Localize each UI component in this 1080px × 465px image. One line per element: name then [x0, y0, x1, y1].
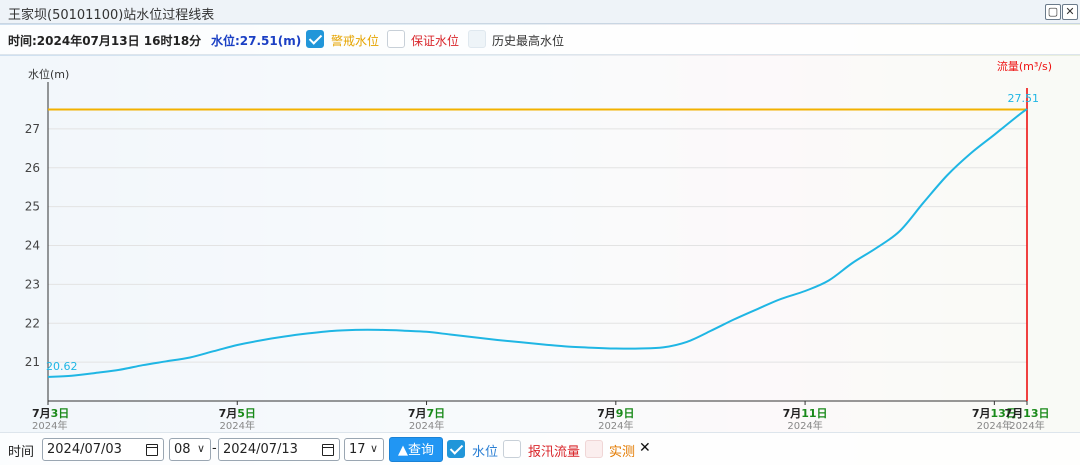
x-tick-day: 7日 [427, 407, 446, 420]
x-tick-year: 2024年 [598, 419, 633, 432]
guarantee-checkbox[interactable] [387, 30, 405, 48]
x-tick-label: 7月11日 [783, 407, 828, 420]
x-tick-year: 2024年 [1009, 419, 1044, 432]
x-tick-month: 7月 [597, 407, 616, 420]
query-bar: 时间 2024/07/03 08 ∨ - 2024/07/13 17 ∨ ▲查询… [0, 432, 1080, 465]
end-date-input[interactable]: 2024/07/13 [218, 438, 340, 461]
y-tick-label: 26 [25, 161, 40, 175]
x-tick-label: 7月7日 [408, 407, 445, 420]
legend-warning-level: 警戒水位 [331, 34, 380, 48]
x-tick-year: 2024年 [220, 419, 255, 432]
x-tick-month: 7月 [219, 407, 238, 420]
x-tick-day: 13日 [1023, 407, 1049, 420]
range-dash: - [212, 441, 217, 456]
chart-area: 21 22 23 24 25 26 27 水位(m) 流量(m³/s) 7月3日 2024年 7月5日… [0, 56, 1080, 432]
x-tick-day: 3日 [51, 407, 70, 420]
water-level-series-line [47, 108, 1028, 378]
end-hour-select[interactable]: 17 ∨ [344, 438, 384, 461]
flood-flow-checkbox[interactable] [503, 440, 521, 458]
flood-flow-label: 报汛流量 [528, 445, 581, 460]
x-tick-year: 2024年 [787, 419, 822, 432]
time-label: 时间 [8, 445, 35, 460]
chevron-down-icon: ∨ [369, 442, 378, 455]
maximize-icon[interactable]: ▢ [1045, 4, 1061, 20]
y-tick-label: 22 [25, 316, 40, 330]
y-axis-title: 水位(m) [28, 67, 69, 81]
x-tick-year: 2024年 [409, 419, 444, 432]
close-window-icon[interactable]: ✕ [1062, 4, 1078, 20]
calendar-icon [146, 444, 158, 456]
x-tick-label: 7月9日 [597, 407, 634, 420]
x-tick-year: 2024年 [977, 419, 1012, 432]
x-tick-month: 7月 [32, 407, 51, 420]
y-tick-label: 24 [25, 239, 40, 253]
end-hour-value: 17 [349, 442, 366, 457]
current-level-text: 水位:27.51(m) [211, 34, 302, 48]
x-tick-label: 7月3日 [32, 407, 69, 420]
x-tick-day: 5日 [237, 407, 256, 420]
x-tick-day: 11日 [801, 407, 827, 420]
calendar-icon [322, 444, 334, 456]
x-tick-label: 7月5日 [219, 407, 256, 420]
level-chart-window: 王家坝(50101100)站水位过程线表 ▢ ✕ 时间:2024年07月13日 … [0, 0, 1080, 465]
start-date-input[interactable]: 2024/07/03 [42, 438, 164, 461]
x-tick-month: 7月 [783, 407, 802, 420]
close-icon[interactable]: ✕ [639, 440, 651, 456]
chevron-down-icon: ∨ [196, 442, 205, 455]
level-checkbox-icon[interactable] [306, 30, 324, 48]
info-toolbar: 时间:2024年07月13日 16时18分 水位:27.51(m) 警戒水位 保… [0, 25, 1080, 55]
historic-checkbox[interactable] [468, 30, 486, 48]
title-bar: 王家坝(50101100)站水位过程线表 ▢ ✕ [0, 0, 1080, 24]
measured-label: 实测 [609, 445, 636, 460]
level-series-checkbox[interactable] [447, 440, 465, 458]
legend-historic-level: 历史最高水位 [492, 34, 565, 48]
y2-axis-title: 流量(m³/s) [997, 59, 1052, 73]
y-tick-label: 25 [25, 200, 40, 214]
level-series-label: 水位 [472, 445, 499, 460]
y-tick-label: 27 [25, 122, 40, 136]
current-time-text: 时间:2024年07月13日 16时18分 [8, 34, 202, 48]
x-tick-month: 7月 [1005, 407, 1024, 420]
water-level-chart: 21222324252627水位(m)流量(m³/s)7月3日2024年7月5日… [25, 59, 1052, 432]
y-tick-label: 21 [25, 355, 40, 369]
measured-checkbox[interactable] [585, 440, 603, 458]
legend-guarantee-level: 保证水位 [411, 34, 460, 48]
window-title: 王家坝(50101100)站水位过程线表 [8, 8, 215, 23]
x-tick-month: 7月 [408, 407, 427, 420]
x-tick-label: 7月13日 [1005, 407, 1050, 420]
x-tick-day: 9日 [616, 407, 635, 420]
query-button[interactable]: ▲查询 [389, 437, 443, 462]
start-hour-value: 08 [174, 442, 191, 457]
start-date-value: 2024/07/03 [47, 442, 122, 457]
end-value-label: 27.51 [1008, 92, 1040, 105]
x-tick-year: 2024年 [32, 419, 67, 432]
end-date-value: 2024/07/13 [223, 442, 298, 457]
y-tick-label: 23 [25, 277, 40, 291]
x-tick-month: 7月 [972, 407, 991, 420]
start-hour-select[interactable]: 08 ∨ [169, 438, 211, 461]
start-value-label: 20.62 [46, 360, 78, 373]
